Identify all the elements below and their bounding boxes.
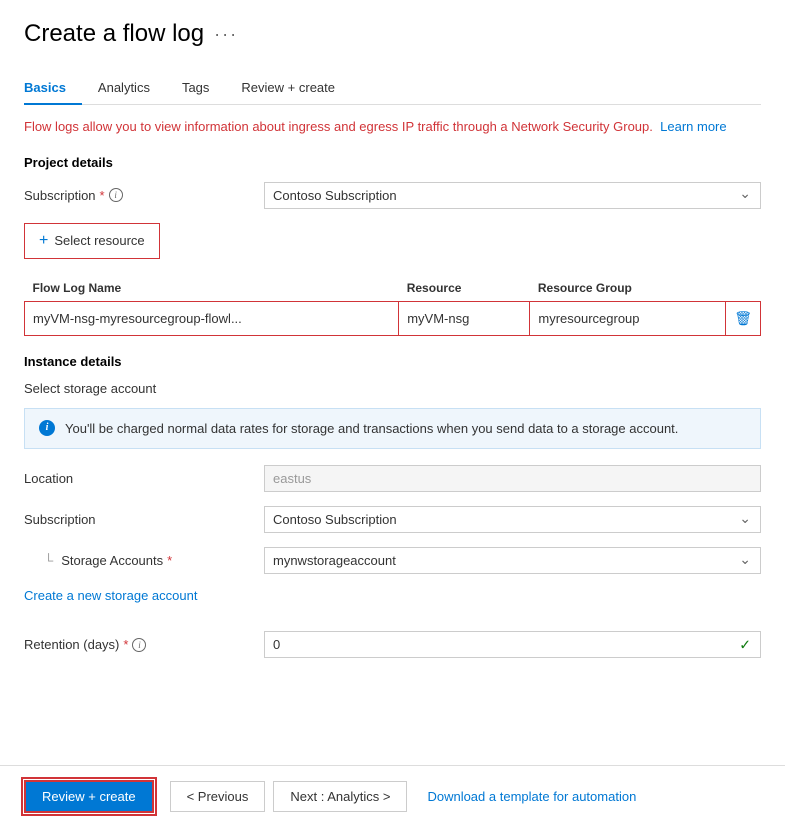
location-row: Location <box>24 465 761 492</box>
retention-label: Retention (days) * i <box>24 637 264 652</box>
tab-review-create[interactable]: Review + create <box>225 72 351 105</box>
table-row: myVM-nsg-myresourcegroup-flowl... myVM-n… <box>25 301 761 335</box>
instance-subscription-label: Subscription <box>24 512 264 527</box>
tab-basics[interactable]: Basics <box>24 72 82 105</box>
cell-resource-group: myresourcegroup <box>530 301 726 335</box>
storage-accounts-dropdown-wrapper: mynwstorageaccount <box>264 547 761 574</box>
page-title: Create a flow log <box>24 20 204 48</box>
storage-accounts-label: Storage Accounts * <box>24 553 264 568</box>
ellipsis-menu-button[interactable]: ··· <box>214 24 238 45</box>
storage-info-box: i You'll be charged normal data rates fo… <box>24 408 761 450</box>
retention-info-icon[interactable]: i <box>132 638 146 652</box>
col-header-resource: Resource <box>399 275 530 302</box>
location-input <box>264 465 761 492</box>
instance-subscription-dropdown[interactable]: Contoso Subscription <box>264 506 761 533</box>
select-resource-button[interactable]: + Select resource <box>24 223 160 259</box>
retention-row: Retention (days) * i ✓ <box>24 631 761 658</box>
storage-info-text: You'll be charged normal data rates for … <box>65 419 678 439</box>
location-input-wrapper <box>264 465 761 492</box>
retention-input[interactable] <box>264 631 761 658</box>
select-storage-account-label: Select storage account <box>24 381 761 396</box>
instance-details-header: Instance details <box>24 354 761 369</box>
download-template-link[interactable]: Download a template for automation <box>427 789 636 804</box>
info-banner-text: Flow logs allow you to view information … <box>24 119 653 134</box>
info-circle-icon: i <box>39 420 55 436</box>
retention-required-marker: * <box>123 637 128 652</box>
plus-icon: + <box>39 232 48 250</box>
info-banner: Flow logs allow you to view information … <box>24 117 761 137</box>
previous-button[interactable]: < Previous <box>170 781 266 812</box>
project-details-header: Project details <box>24 155 761 170</box>
learn-more-link[interactable]: Learn more <box>660 119 726 134</box>
required-marker: * <box>100 188 105 203</box>
storage-accounts-dropdown[interactable]: mynwstorageaccount <box>264 547 761 574</box>
subscription-info-icon[interactable]: i <box>109 188 123 202</box>
instance-subscription-dropdown-wrapper: Contoso Subscription <box>264 506 761 533</box>
storage-required-marker: * <box>167 553 172 568</box>
cell-delete[interactable]: 🗑 <box>726 301 761 335</box>
review-create-button[interactable]: Review + create <box>24 780 154 813</box>
delete-row-icon[interactable]: 🗑 <box>734 310 752 326</box>
next-analytics-button[interactable]: Next : Analytics > <box>273 781 407 812</box>
retention-check-icon: ✓ <box>739 636 751 653</box>
retention-input-wrapper: ✓ <box>264 631 761 658</box>
subscription-dropdown[interactable]: Contoso Subscription <box>264 182 761 209</box>
tabs-nav: Basics Analytics Tags Review + create <box>24 72 761 105</box>
col-header-resource-group: Resource Group <box>530 275 726 302</box>
cell-flow-log-name: myVM-nsg-myresourcegroup-flowl... <box>25 301 399 335</box>
storage-accounts-row: Storage Accounts * mynwstorageaccount <box>24 547 761 574</box>
instance-subscription-row: Subscription Contoso Subscription <box>24 506 761 533</box>
resource-table: Flow Log Name Resource Resource Group my… <box>24 275 761 336</box>
subscription-row: Subscription * i Contoso Subscription <box>24 182 761 209</box>
create-storage-account-link[interactable]: Create a new storage account <box>24 588 197 603</box>
location-label: Location <box>24 471 264 486</box>
footer: Review + create < Previous Next : Analyt… <box>0 765 785 827</box>
select-resource-label: Select resource <box>54 233 144 248</box>
col-header-flow-log-name: Flow Log Name <box>25 275 399 302</box>
cell-resource: myVM-nsg <box>399 301 530 335</box>
subscription-dropdown-wrapper: Contoso Subscription <box>264 182 761 209</box>
tab-analytics[interactable]: Analytics <box>82 72 166 105</box>
subscription-label: Subscription * i <box>24 188 264 203</box>
tab-tags[interactable]: Tags <box>166 72 225 105</box>
